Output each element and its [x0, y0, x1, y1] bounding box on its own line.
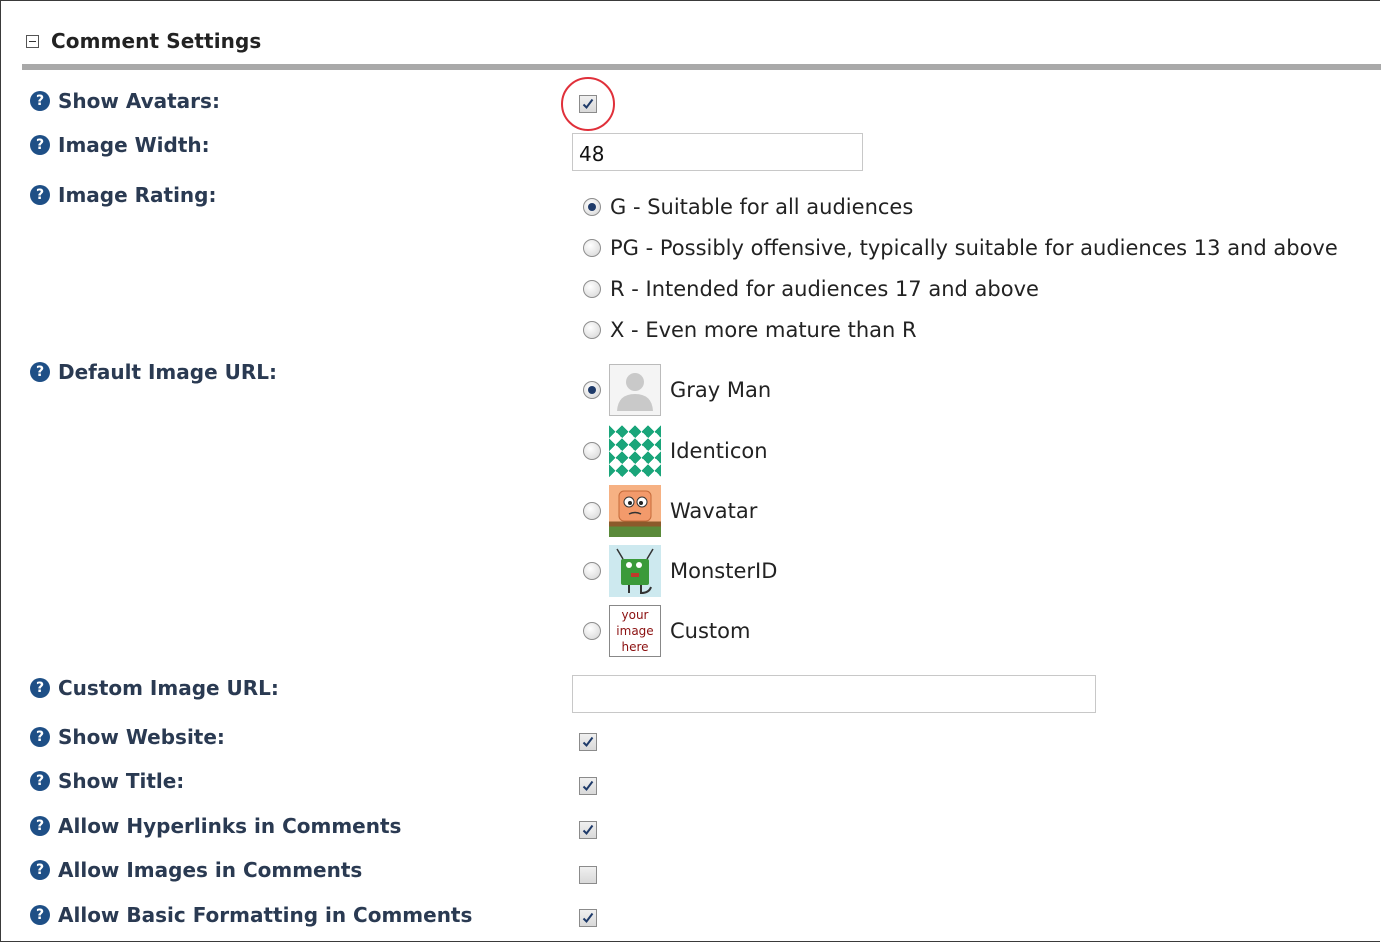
label-text: Show Avatars: — [58, 89, 220, 113]
label-show-title: ? Show Title: — [30, 769, 184, 793]
default-image-label: Wavatar — [670, 499, 758, 523]
rating-label: R - Intended for audiences 17 and above — [610, 277, 1039, 301]
image-width-input[interactable]: 48 — [572, 133, 863, 171]
rating-option-pg[interactable]: PG - Possibly offensive, typically suita… — [583, 236, 1338, 260]
allow-basic-formatting-checkbox[interactable] — [579, 909, 597, 927]
label-text: Show Website: — [58, 725, 225, 749]
section-divider — [22, 64, 1381, 70]
radio-button[interactable] — [583, 239, 601, 257]
help-icon[interactable]: ? — [30, 185, 50, 205]
collapse-icon[interactable] — [26, 34, 39, 48]
label-show-avatars: ? Show Avatars: — [30, 89, 220, 113]
help-icon[interactable]: ? — [30, 362, 50, 382]
label-allow-hyperlinks: ? Allow Hyperlinks in Comments — [30, 814, 401, 838]
radio-button[interactable] — [583, 442, 601, 460]
label-text: Show Title: — [58, 769, 185, 793]
default-image-label: Gray Man — [670, 378, 772, 402]
label-text: Allow Hyperlinks in Comments — [58, 814, 402, 838]
default-image-label: Custom — [670, 619, 751, 643]
rating-label: G - Suitable for all audiences — [610, 195, 914, 219]
default-image-custom[interactable]: your image here Custom — [583, 605, 750, 657]
default-image-wavatar[interactable]: Wavatar — [583, 485, 757, 537]
allow-hyperlinks-checkbox[interactable] — [579, 821, 597, 839]
help-icon[interactable]: ? — [30, 816, 50, 836]
label-text: Image Rating: — [58, 183, 217, 207]
default-image-gray-man[interactable]: Gray Man — [583, 364, 771, 416]
custom-avatar-line: image — [616, 624, 654, 638]
label-custom-image-url: ? Custom Image URL: — [30, 676, 279, 700]
help-icon[interactable]: ? — [30, 771, 50, 791]
help-icon[interactable]: ? — [30, 678, 50, 698]
custom-avatar-line: your — [621, 608, 649, 622]
checkmark-icon — [582, 780, 594, 792]
section-header: Comment Settings — [22, 26, 261, 56]
label-text: Image Width: — [58, 133, 210, 157]
help-icon[interactable]: ? — [30, 91, 50, 111]
allow-images-checkbox[interactable] — [579, 866, 597, 884]
radio-button[interactable] — [583, 502, 601, 520]
radio-button[interactable] — [583, 622, 601, 640]
label-default-image-url: ? Default Image URL: — [30, 360, 277, 384]
radio-button[interactable] — [583, 321, 601, 339]
label-text: Allow Images in Comments — [58, 858, 363, 882]
label-text: Default Image URL: — [58, 360, 277, 384]
label-allow-images: ? Allow Images in Comments — [30, 858, 362, 882]
default-image-monsterid[interactable]: MonsterID — [583, 545, 777, 597]
rating-label: X - Even more mature than R — [610, 318, 917, 342]
radio-button[interactable] — [583, 198, 601, 216]
label-image-rating: ? Image Rating: — [30, 183, 217, 207]
highlight-circle — [561, 77, 615, 131]
checkmark-icon — [582, 736, 594, 748]
custom-avatar-icon: your image here — [609, 605, 661, 657]
default-image-identicon[interactable]: Identicon — [583, 425, 768, 477]
rating-option-g[interactable]: G - Suitable for all audiences — [583, 195, 913, 219]
custom-image-url-input[interactable] — [572, 675, 1096, 713]
help-icon[interactable]: ? — [30, 727, 50, 747]
checkmark-icon — [582, 912, 594, 924]
radio-button[interactable] — [583, 381, 601, 399]
default-image-label: MonsterID — [670, 559, 778, 583]
label-text: Custom Image URL: — [58, 676, 279, 700]
show-title-checkbox[interactable] — [579, 777, 597, 795]
label-show-website: ? Show Website: — [30, 725, 225, 749]
rating-option-x[interactable]: X - Even more mature than R — [583, 318, 917, 342]
monsterid-avatar-icon — [609, 545, 661, 597]
label-allow-basic-formatting: ? Allow Basic Formatting in Comments — [30, 903, 472, 927]
label-text: Allow Basic Formatting in Comments — [58, 903, 473, 927]
rating-option-r[interactable]: R - Intended for audiences 17 and above — [583, 277, 1039, 301]
identicon-avatar-icon — [609, 425, 661, 477]
rating-label: PG - Possibly offensive, typically suita… — [610, 236, 1338, 260]
custom-avatar-line: here — [621, 640, 649, 654]
radio-button[interactable] — [583, 562, 601, 580]
section-title: Comment Settings — [51, 29, 262, 53]
checkmark-icon — [582, 824, 594, 836]
help-icon[interactable]: ? — [30, 860, 50, 880]
help-icon[interactable]: ? — [30, 135, 50, 155]
label-image-width: ? Image Width: — [30, 133, 210, 157]
radio-button[interactable] — [583, 280, 601, 298]
show-website-checkbox[interactable] — [579, 733, 597, 751]
wavatar-avatar-icon — [609, 485, 661, 537]
help-icon[interactable]: ? — [30, 905, 50, 925]
default-image-label: Identicon — [670, 439, 768, 463]
gray-man-avatar-icon — [609, 364, 661, 416]
